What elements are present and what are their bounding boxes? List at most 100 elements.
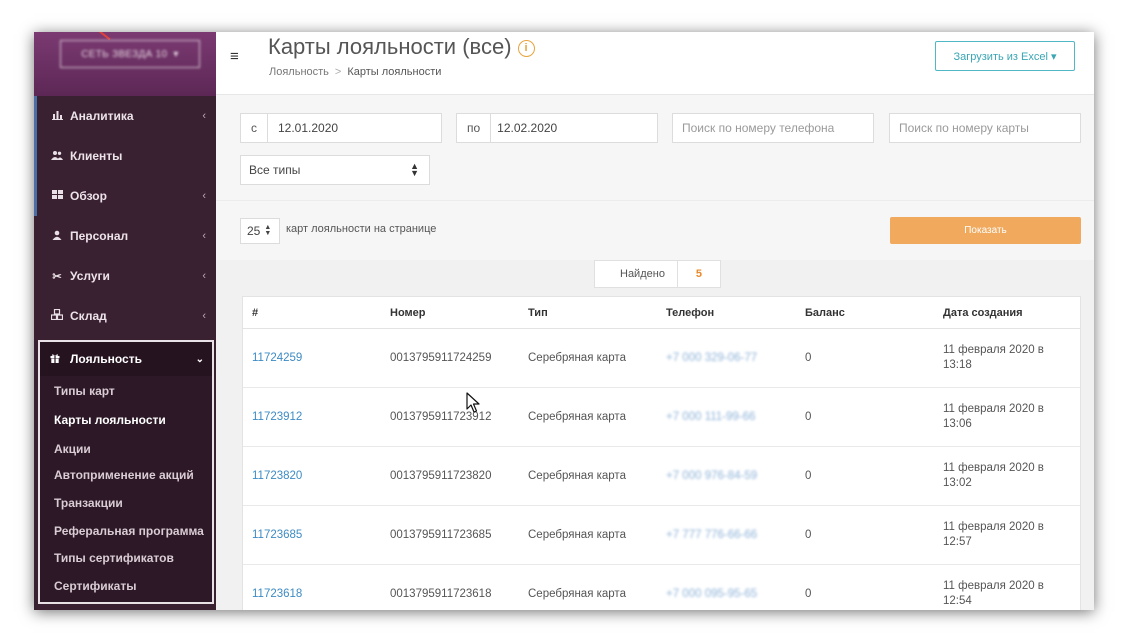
card-balance: 0	[805, 352, 812, 364]
card-number: 0013795911723820	[390, 470, 492, 482]
sidebar-item-label: Услуги	[70, 269, 110, 283]
pagination-controls: 25 ▲ ▼ карт лояльности на странице Показа…	[216, 200, 1094, 261]
sidebar-item-label: Лояльность	[70, 352, 142, 366]
sidebar-item-loyalty[interactable]: Лояльность ⌄	[40, 342, 212, 376]
card-id-link[interactable]: 11724259	[252, 329, 302, 387]
card-type: Серебряная карта	[528, 529, 626, 541]
card-number: 0013795911723618	[390, 588, 492, 600]
date-to-field[interactable]: по 12.02.2020	[456, 113, 658, 143]
results-area: Найдено 5 # Номер Тип Телефон Баланс Дат…	[216, 260, 1094, 610]
page-title: Карты лояльности (все) i	[268, 34, 535, 60]
upload-excel-button[interactable]: Загрузить из Excel ▾	[935, 41, 1075, 71]
table-row: 11723912 0013795911723912 Серебряная кар…	[243, 388, 1080, 447]
page-header: ≡ Карты лояльности (все) i Лояльность > Кар…	[216, 32, 1094, 95]
select-arrows-icon: ▲ ▼	[264, 224, 272, 237]
column-header-balance: Баланс	[805, 306, 845, 319]
chevron-left-icon: ‹	[202, 110, 206, 122]
card-type-select-value: Все типы	[249, 163, 301, 177]
sidebar-item-analytics[interactable]: Аналитика ‹	[34, 96, 216, 136]
menu-toggle-icon[interactable]: ≡	[230, 48, 239, 65]
sidebar-subitem-card-types[interactable]: Типы карт	[54, 384, 115, 398]
phone-search-input[interactable]: Поиск по номеру телефона	[672, 113, 874, 143]
card-id-link[interactable]: 11723618	[252, 565, 302, 610]
sidebar-item-staff[interactable]: Персонал ‹	[34, 216, 216, 256]
loyalty-cards-table: # Номер Тип Телефон Баланс Дата создания…	[242, 296, 1081, 610]
card-type: Серебряная карта	[528, 588, 626, 600]
select-arrows-icon: ▲ ▼	[410, 161, 419, 178]
card-created-date: 11 февраля 2020 в 13:06	[943, 403, 1044, 430]
date-from-value: 12.01.2020	[278, 121, 339, 135]
brand-area: СЕТЬ ЗВЕЗДА 10 ▾	[34, 32, 216, 96]
sidebar-subitem-certificate-types[interactable]: Типы сертификатов	[54, 551, 174, 565]
sidebar-item-overview[interactable]: Обзор ‹	[34, 176, 216, 216]
card-type: Серебряная карта	[528, 352, 626, 364]
card-phone: +7 000 111-99-66	[666, 411, 756, 423]
table-row: 11723820 0013795911723820 Серебряная кар…	[243, 447, 1080, 506]
app-window: СЕТЬ ЗВЕЗДА 10 ▾ Аналитика ‹ Клиенты Обз…	[34, 32, 1094, 610]
card-balance: 0	[805, 470, 812, 482]
breadcrumb-link-loyalty[interactable]: Лояльность	[269, 66, 329, 78]
brand-decoration	[77, 32, 111, 41]
card-number: 0013795911723685	[390, 529, 492, 541]
mouse-cursor-icon	[466, 392, 480, 413]
card-phone: +7 000 095-95-65	[666, 588, 758, 600]
sidebar-subitem-certificates[interactable]: Сертификаты	[54, 579, 136, 593]
card-id-link[interactable]: 11723685	[252, 506, 302, 564]
chevron-left-icon: ‹	[202, 270, 206, 282]
found-counter: Найдено 5	[594, 260, 721, 288]
sidebar-item-warehouse[interactable]: Склад ‹	[34, 296, 216, 336]
sidebar-subitem-transactions[interactable]: Транзакции	[54, 496, 123, 510]
table-row: 11724259 0013795911724259 Серебряная кар…	[243, 329, 1080, 388]
column-header-number: Номер	[390, 306, 426, 319]
found-label: Найдено	[595, 261, 678, 287]
bar-chart-icon	[50, 110, 64, 123]
company-select[interactable]: СЕТЬ ЗВЕЗДА 10 ▾	[60, 40, 200, 68]
column-header-phone: Телефон	[666, 306, 715, 319]
card-balance: 0	[805, 588, 812, 600]
user-icon	[50, 230, 64, 243]
found-count: 5	[695, 268, 702, 280]
card-type-select[interactable]: Все типы ▲ ▼	[240, 155, 430, 185]
per-page-value: 25	[247, 224, 261, 238]
sidebar-item-label: Аналитика	[70, 109, 134, 123]
chevron-left-icon: ‹	[202, 310, 206, 322]
info-icon[interactable]: i	[517, 39, 535, 57]
card-type: Серебряная карта	[528, 411, 626, 423]
card-created-date: 11 февраля 2020 в 12:54	[943, 580, 1044, 607]
grid-icon	[50, 190, 64, 202]
card-created-date: 11 февраля 2020 в 13:18	[943, 344, 1044, 371]
per-page-select[interactable]: 25 ▲ ▼	[240, 218, 280, 244]
chevron-down-icon: ⌄	[195, 353, 204, 365]
column-header-created-date: Дата создания	[943, 306, 1023, 319]
per-page-label: карт лояльности на странице	[286, 223, 437, 235]
sidebar-subitem-promotions[interactable]: Акции	[54, 442, 91, 456]
sidebar-item-clients[interactable]: Клиенты	[34, 136, 216, 176]
show-button[interactable]: Показать	[890, 217, 1081, 244]
sidebar-section-loyalty: Лояльность ⌄ Типы карт Карты лояльности …	[38, 340, 214, 604]
company-select-label: СЕТЬ ЗВЕЗДА 10	[81, 48, 168, 60]
sidebar-subitem-referral[interactable]: Реферальная программа	[54, 524, 204, 538]
users-icon	[50, 150, 64, 163]
date-from-field[interactable]: с 12.01.2020	[240, 113, 442, 143]
sidebar-subitem-loyalty-cards[interactable]: Карты лояльности	[54, 413, 166, 427]
card-phone: +7 777 776-66-66	[666, 529, 758, 541]
card-search-placeholder: Поиск по номеру карты	[899, 121, 1029, 135]
date-to-value: 12.02.2020	[497, 121, 558, 135]
card-id-link[interactable]: 11723820	[252, 447, 302, 505]
chevron-down-icon: ▾	[173, 48, 179, 60]
card-search-input[interactable]: Поиск по номеру карты	[889, 113, 1081, 143]
chevron-left-icon: ‹	[202, 230, 206, 242]
breadcrumb-current: Карты лояльности	[347, 66, 442, 78]
gift-icon	[50, 353, 64, 366]
date-from-label: с	[241, 114, 268, 142]
date-to-label: по	[457, 114, 492, 142]
sidebar-item-services[interactable]: ✂ Услуги ‹	[34, 256, 216, 296]
card-created-date: 11 февраля 2020 в 12:57	[943, 521, 1044, 548]
card-id-link[interactable]: 11723912	[252, 388, 302, 446]
column-header-type: Тип	[528, 306, 548, 319]
chevron-left-icon: ‹	[202, 190, 206, 202]
sidebar-subitem-auto-promotions[interactable]: Автоприменение акций	[54, 468, 194, 482]
sidebar-item-label: Персонал	[70, 229, 129, 243]
card-phone: +7 000 976-84-59	[666, 470, 758, 482]
sidebar: СЕТЬ ЗВЕЗДА 10 ▾ Аналитика ‹ Клиенты Обз…	[34, 32, 216, 610]
